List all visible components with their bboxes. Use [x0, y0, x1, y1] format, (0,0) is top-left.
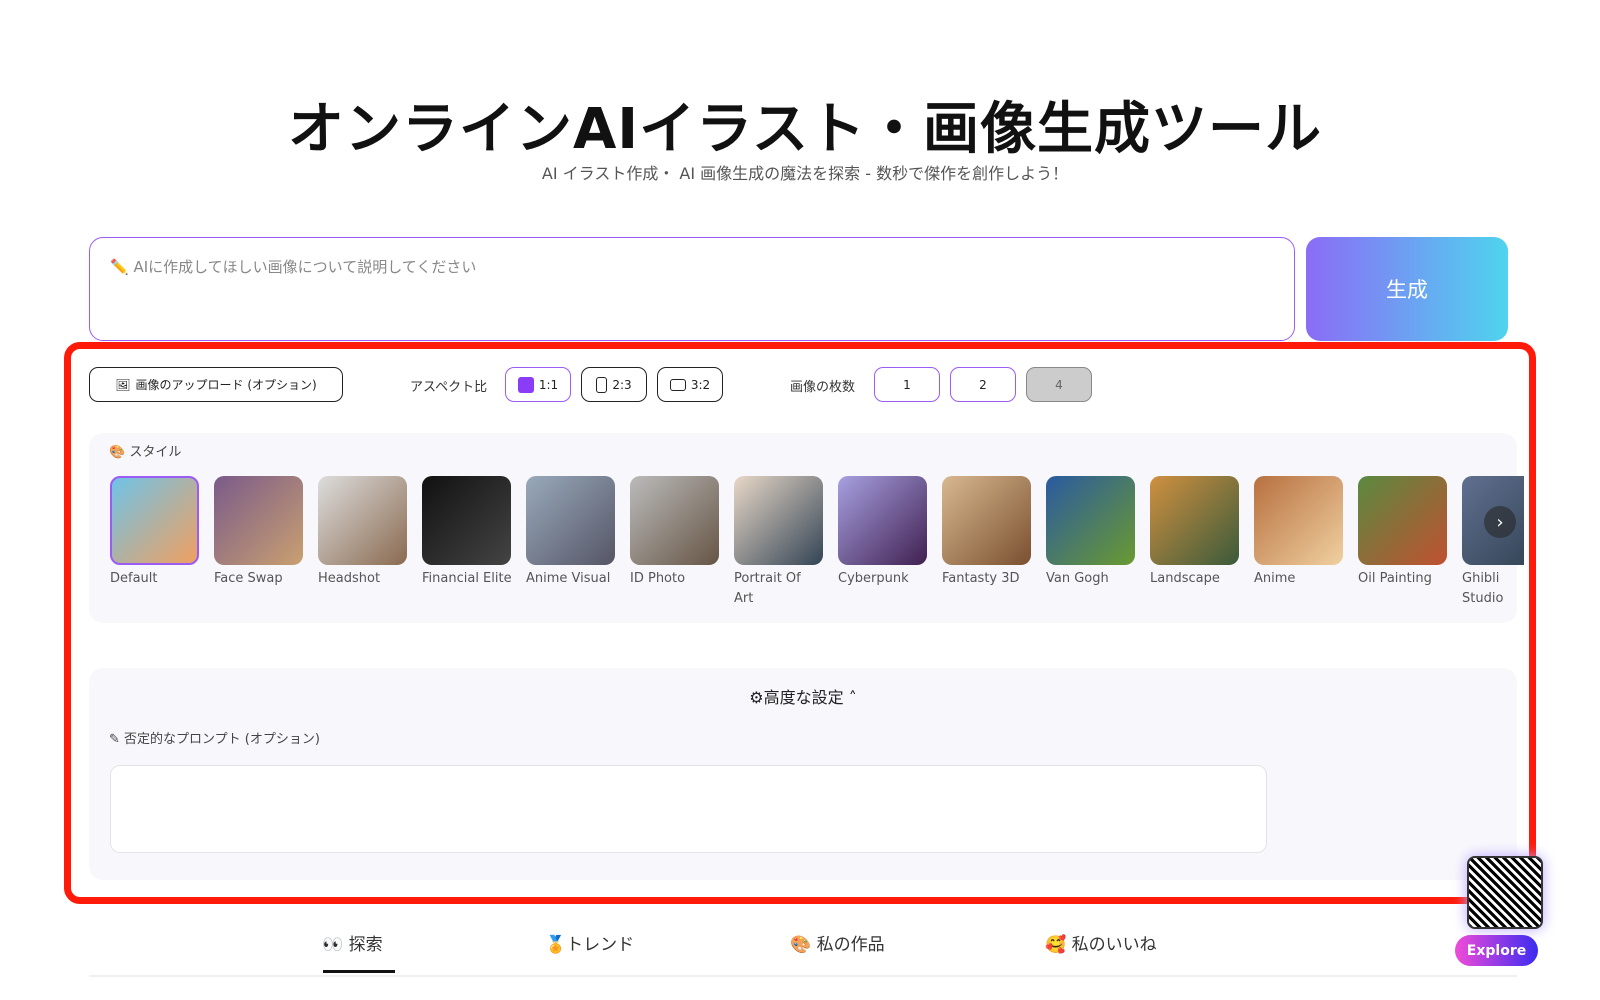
- chevron-right-icon[interactable]: ›: [1484, 506, 1516, 538]
- portrait-icon: [596, 376, 608, 393]
- count-1-button[interactable]: 1: [874, 367, 940, 402]
- qr-code[interactable]: [1467, 856, 1543, 929]
- style-thumbnail: [838, 476, 927, 565]
- style-name: Anime Visual: [526, 571, 611, 586]
- style-thumbnail: [1150, 476, 1239, 565]
- tab-my-likes[interactable]: 🥰 私のいいね: [1045, 930, 1157, 955]
- tab-my-works[interactable]: 🎨 私の作品: [790, 930, 885, 955]
- style-name: Portrait Of Art: [734, 571, 801, 606]
- tabs-divider: [89, 975, 1517, 977]
- tab-trend[interactable]: 🏅トレンド: [545, 930, 634, 955]
- aspect-3-2-button[interactable]: 3:2: [657, 367, 723, 402]
- style-name: Oil Painting: [1358, 571, 1432, 586]
- style-item[interactable]: Oil Painting: [1358, 476, 1448, 589]
- gear-icon: ⚙: [749, 688, 764, 707]
- style-item[interactable]: Ghibli Studio: [1462, 476, 1524, 609]
- negative-prompt-header: ✎ 否定的なプロンプト (オプション): [109, 728, 320, 747]
- style-thumbnail: [1046, 476, 1135, 565]
- upload-label: 画像のアップロード (オプション): [135, 378, 317, 392]
- style-name: Default: [110, 571, 158, 586]
- style-thumbnail: [734, 476, 823, 565]
- style-thumbnail: [318, 476, 407, 565]
- upload-image-button[interactable]: 🖼 画像のアップロード (オプション): [89, 367, 343, 402]
- style-name: Fantasty 3D: [942, 571, 1020, 586]
- negative-prompt-label: 否定的なプロンプト (オプション): [124, 732, 320, 747]
- style-label: スタイル: [129, 445, 182, 460]
- advanced-settings-toggle[interactable]: ⚙高度な設定 ˄: [89, 684, 1517, 708]
- aspect-2-3-button[interactable]: 2:3: [581, 367, 647, 402]
- count-2-button[interactable]: 2: [950, 367, 1016, 402]
- aspect-label: 2:3: [612, 377, 632, 392]
- chevron-up-icon: ˄: [848, 688, 857, 707]
- image-icon: 🖼: [115, 377, 131, 392]
- count-4-button[interactable]: 4: [1026, 367, 1092, 402]
- aspect-label: 1:1: [538, 377, 559, 392]
- aspect-label: 3:2: [690, 377, 711, 392]
- square-icon: [517, 376, 534, 393]
- style-item[interactable]: Default: [110, 476, 200, 589]
- palette-icon: 🎨: [109, 445, 126, 460]
- style-thumbnail: [422, 476, 511, 565]
- style-thumbnail: [942, 476, 1031, 565]
- style-name: ID Photo: [630, 571, 686, 586]
- explore-button[interactable]: Explore: [1455, 935, 1538, 966]
- style-item[interactable]: Fantasty 3D: [942, 476, 1032, 589]
- style-item[interactable]: Face Swap: [214, 476, 304, 589]
- style-name: Anime: [1254, 571, 1296, 586]
- style-name: Ghibli Studio: [1462, 571, 1504, 606]
- style-item[interactable]: Portrait Of Art: [734, 476, 824, 609]
- landscape-icon: [669, 378, 686, 391]
- page-subtitle: AI イラスト作成・ AI 画像生成の魔法を探索 - 数秒で傑作を創作しよう！: [541, 164, 1069, 183]
- style-name: Financial Elite: [422, 571, 512, 586]
- prompt-input[interactable]: ✏️ AIに作成してほしい画像について説明してください: [89, 237, 1295, 341]
- style-thumbnail: [110, 476, 199, 565]
- style-name: Headshot: [318, 571, 381, 586]
- image-count-label: 画像の枚数: [790, 380, 856, 395]
- style-item[interactable]: Cyberpunk: [838, 476, 928, 589]
- style-item[interactable]: Headshot: [318, 476, 408, 589]
- style-thumbnail: [526, 476, 615, 565]
- pencil-icon: ✎: [109, 732, 120, 747]
- generate-button[interactable]: 生成: [1306, 237, 1508, 341]
- tab-explore[interactable]: 👀 探索: [322, 930, 383, 955]
- style-thumbnail: [1358, 476, 1447, 565]
- style-thumbnail: [1254, 476, 1343, 565]
- style-header: 🎨 スタイル: [109, 441, 181, 460]
- style-item[interactable]: ID Photo: [630, 476, 720, 589]
- style-item[interactable]: Landscape: [1150, 476, 1240, 589]
- aspect-ratio-label: アスペクト比: [410, 380, 488, 395]
- style-item[interactable]: Anime: [1254, 476, 1344, 589]
- advanced-label: 高度な設定: [763, 688, 844, 707]
- page-title: オンラインAIイラスト・画像生成ツール: [287, 97, 1323, 162]
- style-name: Cyberpunk: [838, 571, 909, 586]
- style-thumbnail: [214, 476, 303, 565]
- style-item[interactable]: Van Gogh: [1046, 476, 1136, 589]
- style-thumbnail: [630, 476, 719, 565]
- style-name: Face Swap: [214, 571, 283, 586]
- style-item[interactable]: Anime Visual: [526, 476, 616, 589]
- style-name: Van Gogh: [1046, 571, 1109, 586]
- negative-prompt-input[interactable]: [110, 765, 1267, 853]
- style-item[interactable]: Financial Elite: [422, 476, 512, 589]
- style-name: Landscape: [1150, 571, 1220, 586]
- active-tab-indicator: [323, 970, 395, 973]
- aspect-1-1-button[interactable]: 1:1: [505, 367, 571, 402]
